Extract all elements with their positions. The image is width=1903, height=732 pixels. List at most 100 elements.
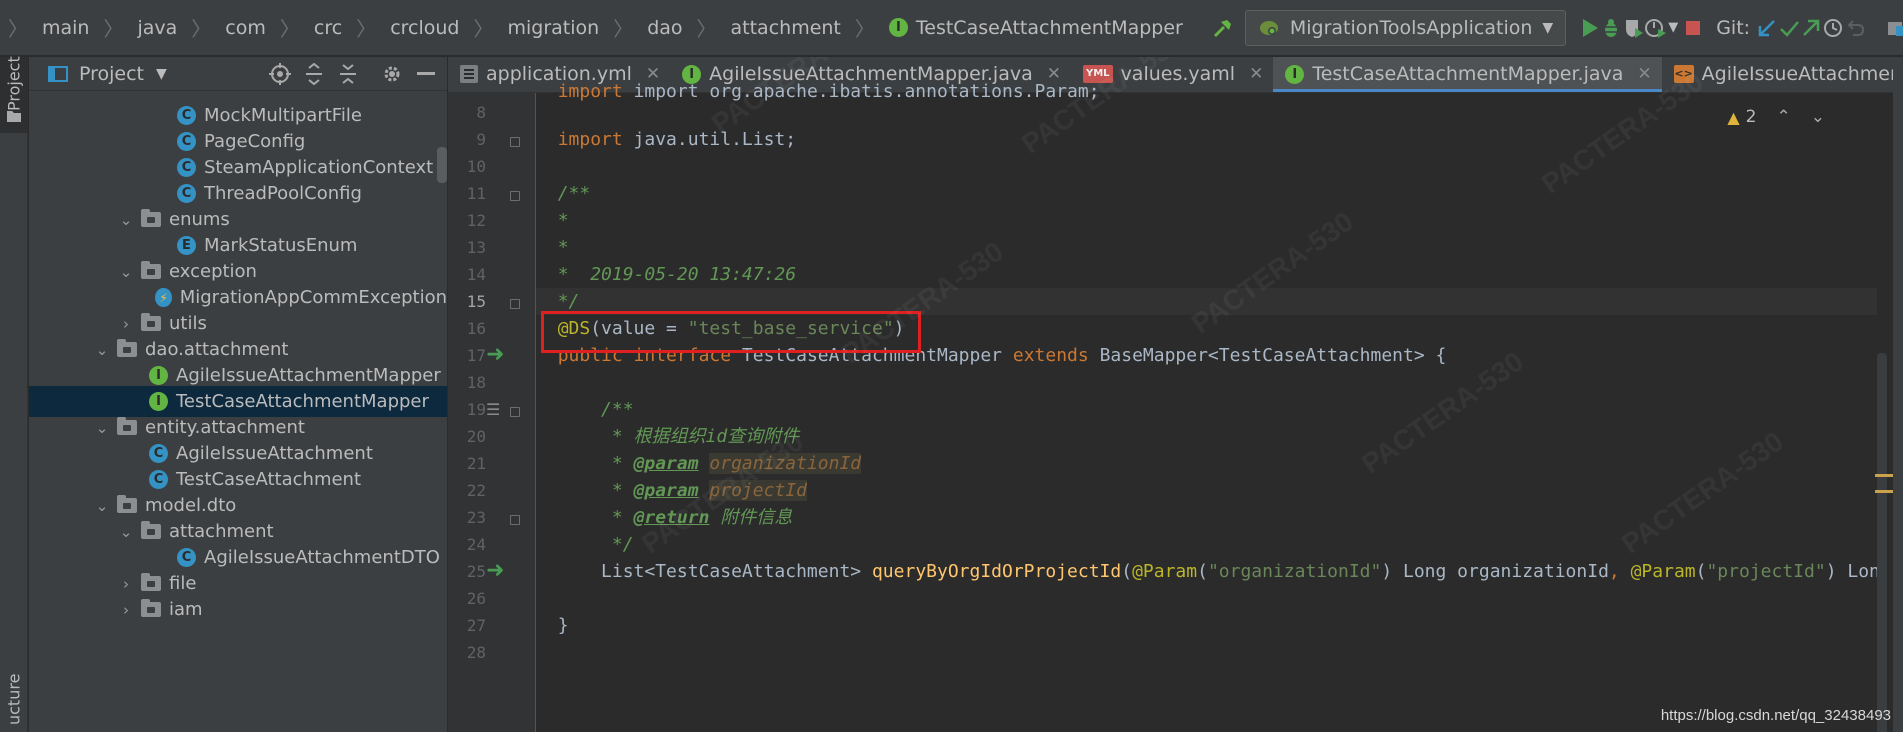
git-update-icon[interactable] <box>1756 11 1778 45</box>
line-number: 26 <box>466 589 486 608</box>
history-icon[interactable] <box>1822 11 1844 45</box>
run-icon[interactable] <box>1580 11 1600 45</box>
line-number: 28 <box>466 643 486 662</box>
hide-panel-icon[interactable] <box>409 57 443 91</box>
run-configuration-selector[interactable]: MigrationToolsApplication ▼ <box>1244 9 1567 46</box>
breadcrumb-item[interactable]: java <box>137 17 177 39</box>
breadcrumb-item[interactable]: attachment <box>731 17 841 39</box>
code-token: projectId <box>709 480 807 501</box>
code-area[interactable]: import import org.apache.ibatis.annotati… <box>536 81 1903 732</box>
code-token: 附件信息 <box>709 507 793 528</box>
chevron-down-icon[interactable]: ⌄ <box>119 211 133 229</box>
tree-item-label: enums <box>169 209 230 230</box>
implemented-gutter-icon[interactable]: ➜ <box>486 557 504 584</box>
fold-marker-icon[interactable] <box>510 137 520 147</box>
line-number: 20 <box>466 427 486 446</box>
project-structure-icon[interactable] <box>1886 11 1903 45</box>
line-number: 23 <box>466 508 486 527</box>
fold-marker-icon[interactable] <box>510 407 520 417</box>
fold-marker-icon[interactable] <box>510 191 520 201</box>
project-panel-title[interactable]: Project <box>79 63 144 85</box>
debug-icon[interactable] <box>1600 11 1622 45</box>
code-token: organizationId <box>709 453 862 474</box>
breadcrumb-separator: 〉 <box>103 17 124 41</box>
code-token: * <box>557 210 569 231</box>
chevron-down-icon[interactable]: ⌄ <box>95 419 109 437</box>
class-icon: C <box>177 548 196 567</box>
code-line: /** <box>601 399 634 420</box>
project-view-icon <box>48 65 68 82</box>
red-highlight-box <box>541 311 921 353</box>
tree-item-label: PageConfig <box>204 131 306 152</box>
breadcrumb-item[interactable]: migration <box>507 17 599 39</box>
rendered-doc-icon[interactable]: ☰ <box>486 396 500 423</box>
code-token: "projectId" <box>1706 561 1826 582</box>
chevron-down-icon[interactable]: ⌄ <box>1811 107 1825 127</box>
project-tab-label: Project <box>4 56 24 112</box>
breadcrumb-current-file[interactable]: I TestCaseAttachmentMapper <box>888 17 1183 39</box>
breadcrumb-separator: 〉 <box>854 17 875 41</box>
chevron-down-icon[interactable]: ⌄ <box>95 341 109 359</box>
implemented-gutter-icon[interactable]: ➜ <box>486 341 504 368</box>
tree-item-label: file <box>169 573 197 594</box>
chevron-down-icon[interactable]: ⌄ <box>119 263 133 281</box>
code-token: } <box>557 615 569 636</box>
breadcrumb-item[interactable]: com <box>225 17 266 39</box>
fold-marker-icon[interactable] <box>510 515 520 525</box>
chevron-right-icon[interactable]: › <box>119 315 133 333</box>
chevron-down-icon[interactable]: ▼ <box>1668 20 1678 35</box>
breadcrumb: 〉 main 〉 java 〉 com 〉 crc 〉 crcloud 〉 mi… <box>0 13 1183 42</box>
chevron-down-icon[interactable]: ⌄ <box>95 497 109 515</box>
code-token: BaseMapper<TestCaseAttachment> { <box>1099 345 1447 366</box>
chevron-up-icon[interactable]: ⌃ <box>1777 107 1791 127</box>
inspection-widget[interactable]: ▲ 2 ⌃ ⌄ <box>1727 107 1825 127</box>
breadcrumb-item[interactable]: main <box>42 17 89 39</box>
code-token: * 根据组织id查询附件 <box>611 426 800 447</box>
breadcrumb-item[interactable]: dao <box>647 17 682 39</box>
project-scrollbar-thumb[interactable] <box>437 147 447 183</box>
git-push-icon[interactable] <box>1800 11 1822 45</box>
editor-scrollbar-thumb[interactable] <box>1877 353 1887 732</box>
chevron-down-icon[interactable]: ▼ <box>156 66 167 82</box>
line-number: 27 <box>466 616 486 635</box>
code-token: * 2019-05-20 13:47:26 <box>557 264 797 285</box>
class-icon: C <box>177 184 196 203</box>
code-line: */ <box>611 534 634 555</box>
tree-item-label: AgileIssueAttachmentMapper <box>176 365 441 386</box>
structure-tool-tab[interactable]: ucture <box>0 669 28 729</box>
tree-item[interactable]: › iam <box>29 594 447 625</box>
coverage-icon[interactable] <box>1622 11 1644 45</box>
chevron-down-icon[interactable]: ⌄ <box>119 523 133 541</box>
build-hammer-icon[interactable] <box>1211 11 1235 45</box>
expand-all-icon[interactable] <box>297 57 331 91</box>
rollback-icon[interactable] <box>1844 11 1866 45</box>
git-commit-icon[interactable] <box>1778 11 1800 45</box>
code-line: List<TestCaseAttachment> queryByOrgIdOrP… <box>601 561 1891 582</box>
code-line: } <box>536 612 1903 639</box>
line-number: 16 <box>466 319 486 338</box>
project-panel-header: Project ▼ <box>29 57 447 91</box>
class-icon: C <box>177 106 196 125</box>
project-panel: Project ▼ C MockMultipartFile C PageConfig… <box>29 57 447 732</box>
line-number: 19 <box>466 400 486 419</box>
chevron-right-icon[interactable]: › <box>119 575 133 593</box>
stop-icon[interactable] <box>1684 11 1702 45</box>
tree-item-label: MockMultipartFile <box>204 105 362 126</box>
tree-item-label: SteamApplicationContext <box>204 157 434 178</box>
tree-item-label: AgileIssueAttachment <box>176 443 373 464</box>
breadcrumb-item[interactable]: crc <box>314 17 342 39</box>
project-tool-tab[interactable]: Project <box>0 57 28 133</box>
chevron-right-icon[interactable]: › <box>119 601 133 619</box>
locate-icon[interactable] <box>263 57 297 91</box>
tree-item-label: attachment <box>169 521 274 542</box>
collapse-all-icon[interactable] <box>331 57 365 91</box>
breadcrumb-item[interactable]: crcloud <box>390 17 459 39</box>
right-tool-window-strip <box>1893 57 1903 732</box>
tree-item-label: MigrationAppCommException <box>179 287 447 308</box>
profiler-icon[interactable] <box>1644 11 1668 45</box>
gear-icon[interactable] <box>375 57 409 91</box>
tree-item-label: utils <box>169 313 207 334</box>
tree-item-label: MarkStatusEnum <box>204 235 358 256</box>
fold-marker-icon[interactable] <box>510 299 520 309</box>
git-label: Git: <box>1716 16 1751 39</box>
